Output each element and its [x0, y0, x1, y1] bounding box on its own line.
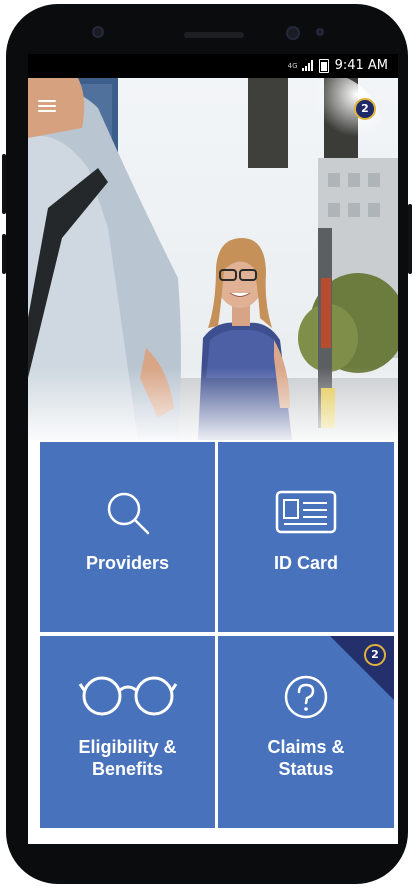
- eligibility-benefits-tile[interactable]: Eligibility & Benefits: [40, 636, 215, 828]
- network-type: 4G: [287, 61, 298, 70]
- claims-badge: 2: [364, 644, 386, 666]
- search-icon: [107, 492, 149, 535]
- question-icon: [284, 675, 328, 719]
- volume-button: [2, 154, 6, 214]
- hero-image: 2: [28, 78, 398, 440]
- tile-label: Status: [278, 759, 334, 779]
- id-card-tile[interactable]: ID Card: [218, 442, 394, 632]
- phone-frame: 4G 9:41 AM 2 Providers ID Card Eligibili…: [2, 4, 412, 884]
- glasses-icon: [78, 676, 177, 716]
- sensor: [92, 26, 104, 38]
- clock: 9:41 AM: [334, 58, 388, 73]
- tile-corner-ribbon: [330, 636, 394, 700]
- hamburger-menu-button[interactable]: [36, 98, 62, 120]
- signal-icon: [301, 60, 313, 71]
- earpiece: [184, 32, 244, 38]
- claims-status-tile[interactable]: 2 Claims & Status: [218, 636, 394, 828]
- tile-label: ID Card: [273, 553, 338, 573]
- screen: 4G 9:41 AM 2 Providers ID Card Eligibili…: [28, 54, 398, 844]
- front-camera: [286, 26, 300, 40]
- bixby-button: [2, 234, 6, 274]
- tile-label: Benefits: [91, 759, 163, 779]
- hero-photo: [28, 78, 398, 440]
- providers-tile[interactable]: Providers: [40, 442, 215, 632]
- sensor: [316, 28, 324, 36]
- status-bar: 4G 9:41 AM: [28, 54, 398, 78]
- battery-icon: [318, 58, 329, 73]
- power-button: [408, 204, 412, 274]
- tile-label: Eligibility &: [78, 737, 177, 757]
- tile-label: Providers: [85, 553, 170, 573]
- notification-badge[interactable]: 2: [354, 98, 376, 120]
- id-card-icon: [275, 490, 337, 534]
- menu-grid: Providers ID Card Eligibility & Benefits…: [40, 442, 396, 832]
- tile-label: Claims &: [267, 737, 345, 757]
